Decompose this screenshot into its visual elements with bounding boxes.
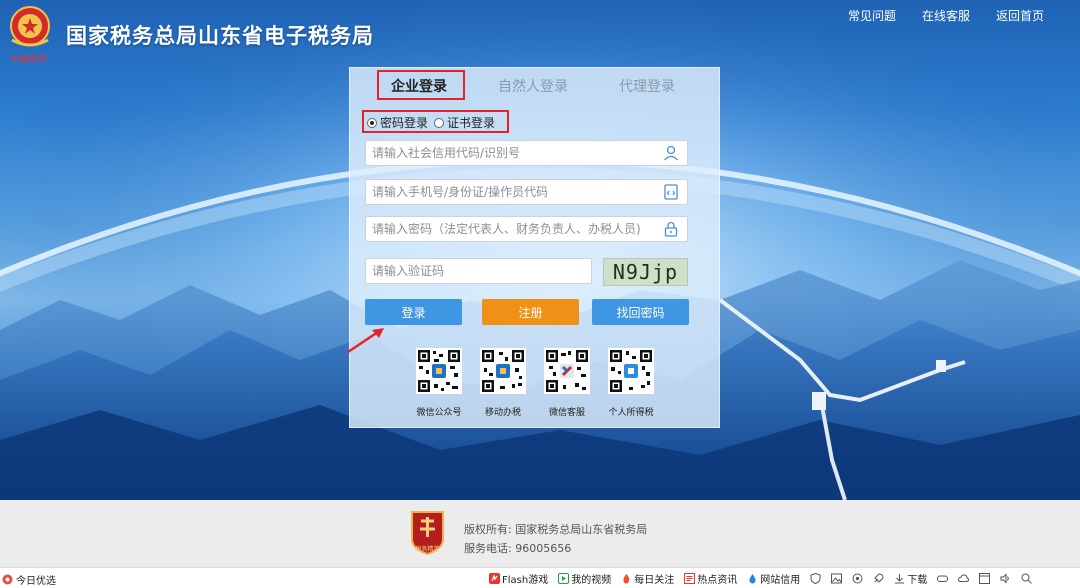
password-input[interactable] [366,218,656,240]
certificate-login-radio[interactable]: 证书登录 [434,114,495,131]
qr-code-icon [544,348,590,394]
credit-code-field [365,140,688,166]
login-mode-group: 密码登录 证书登录 [367,114,495,131]
copyright-text: 版权所有: 国家税务总局山东省税务局 [464,523,648,536]
captcha-input[interactable] [366,260,586,282]
qr-wechat-service[interactable]: 微信客服 [543,348,591,418]
qr-mobile-tax[interactable]: 移动办税 [479,348,527,418]
flash-icon [489,573,500,584]
download-icon [895,574,905,584]
credit-code-input[interactable] [366,142,656,164]
shield-icon[interactable] [810,573,821,584]
qr-personal-income-tax[interactable]: 个人所得税 [607,348,655,418]
footer: 税务精英 版权所有: 国家税务总局山东省税务局 服务电话: 96005656 [0,500,1080,567]
qr-wechat-official[interactable]: 微信公众号 [415,348,463,418]
home-link[interactable]: 返回首页 [996,7,1044,24]
today-picks[interactable]: 今日优选 [2,572,56,587]
password-login-label: 密码登录 [380,116,429,130]
qr-label: 微信客服 [548,408,585,418]
service-phone: 服务电话: 96005656 [464,542,572,555]
qr-code-icon [608,348,654,394]
radio-checked-icon [367,117,377,128]
screenshot-icon[interactable] [852,573,863,584]
search-icon[interactable] [1021,573,1033,584]
today-picks-icon [2,574,13,585]
my-videos-label: 我的视频 [571,575,612,586]
video-icon [558,573,570,584]
news-icon [684,573,696,584]
emblem-caption: 中国税务 [10,55,47,65]
hot-news-label: 热点资讯 [697,575,738,586]
gamepad-icon[interactable] [937,573,949,584]
annotation-arrow-icon [347,328,384,354]
qr-label: 个人所得税 [608,408,654,418]
water-drop-icon [749,574,756,584]
recover-password-button[interactable]: 找回密码 [592,299,689,325]
qr-label: 微信公众号 [416,408,462,418]
site-title: 国家税务总局山东省电子税务局 [66,24,374,48]
certificate-login-label: 证书登录 [447,116,496,130]
user-icon [664,145,678,161]
top-nav: 常见问题 在线客服 返回首页 [848,7,1044,24]
today-picks-label: 今日优选 [16,576,56,587]
status-bar-tools: Flash游戏 我的视频 每日关注 热点资讯 网站信用 下载 [489,571,1033,586]
captcha-image[interactable]: N9Jjp [603,258,688,286]
lock-icon [664,221,678,237]
id-card-icon [664,184,678,200]
account-input[interactable] [366,181,656,203]
my-videos-item[interactable]: 我的视频 [558,571,611,586]
flash-games-item[interactable]: Flash游戏 [489,571,548,586]
flame-icon [623,574,630,584]
enterprise-tab-highlight [377,70,465,100]
login-panel: 企业登录 自然人登录 代理登录 密码登录 证书登录 请输入社会信用代码/识别号 … [349,67,720,428]
browser-status-bar: 今日优选 Flash游戏 我的视频 每日关注 热点资讯 网站信用 下载 [0,567,1080,588]
account-field [365,179,688,205]
site-credit-item[interactable]: 网站信用 [747,571,800,586]
faq-link[interactable]: 常见问题 [848,7,896,24]
daily-focus-item[interactable]: 每日关注 [621,571,674,586]
tab-agent-login[interactable]: 代理登录 [619,76,675,96]
register-button[interactable]: 注册 [482,299,579,325]
hot-news-item[interactable]: 热点资讯 [684,571,737,586]
captcha-field [365,258,592,284]
window-icon[interactable] [979,573,991,584]
login-button[interactable]: 登录 [365,299,462,325]
rocket-icon[interactable] [873,573,884,584]
volume-icon[interactable] [1000,573,1011,584]
qr-code-icon [416,348,462,394]
footer-badge-text: 税务精英 [415,546,440,553]
flash-games-label: Flash游戏 [502,575,549,586]
qr-label: 移动办税 [484,408,521,418]
radio-unchecked-icon [434,117,445,128]
download-item[interactable]: 下载 [894,571,927,586]
download-label: 下载 [907,575,928,586]
cloud-icon[interactable] [958,573,970,584]
image-icon[interactable] [831,573,843,584]
online-service-link[interactable]: 在线客服 [922,7,970,24]
daily-focus-label: 每日关注 [634,575,675,586]
password-login-radio[interactable]: 密码登录 [367,114,428,131]
password-field [365,216,688,242]
qr-code-icon [480,348,526,394]
tab-personal-login[interactable]: 自然人登录 [498,76,568,96]
site-credit-label: 网站信用 [760,575,801,586]
